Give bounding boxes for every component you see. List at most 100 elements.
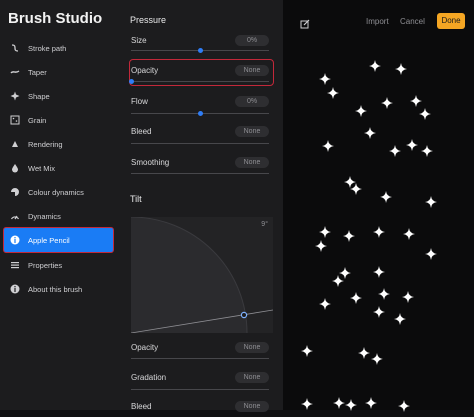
sidebar-item-label: Stroke path bbox=[28, 43, 67, 53]
sparkle-icon bbox=[327, 86, 339, 99]
brush-preview[interactable]: Import Cancel Done bbox=[283, 0, 474, 412]
import-button[interactable]: Import bbox=[366, 17, 389, 26]
settings-panel: Pressure Size 0% Opacity None Flow 0% Bl… bbox=[117, 0, 283, 412]
tilt-opacity-label: Opacity bbox=[131, 343, 159, 352]
tilt-opacity-value[interactable]: None bbox=[235, 342, 269, 353]
sidebar-item-label: Wet Mix bbox=[28, 163, 55, 173]
size-slider-knob[interactable] bbox=[197, 48, 203, 53]
sidebar-item-dynamics[interactable]: Dynamics bbox=[4, 205, 113, 227]
smoothing-slider-track[interactable] bbox=[131, 173, 269, 174]
sparkle-icon bbox=[373, 265, 385, 278]
sparkle-icon bbox=[315, 239, 327, 252]
sidebar-item-label: Grain bbox=[28, 115, 47, 125]
sidebar-item-label: Taper bbox=[28, 67, 47, 77]
sparkle-icon bbox=[319, 225, 331, 238]
sidebar-item-rendering[interactable]: Rendering bbox=[4, 133, 113, 155]
tilt-section-title: Tilt bbox=[130, 194, 142, 204]
sidebar-item-stroke-path[interactable]: Stroke path bbox=[4, 37, 113, 59]
stroke-path-icon bbox=[10, 43, 20, 53]
gradation-slider-track[interactable] bbox=[131, 389, 269, 390]
sparkle-icon bbox=[319, 72, 331, 85]
smoothing-value[interactable]: None bbox=[235, 157, 269, 168]
sparkle-icon bbox=[350, 291, 362, 304]
sparkle-icon bbox=[319, 297, 331, 310]
sparkle-icon bbox=[322, 139, 334, 152]
sparkle-icon bbox=[425, 247, 437, 260]
size-value[interactable]: 0% bbox=[235, 35, 269, 46]
sparkle-icon bbox=[406, 138, 418, 151]
sparkle-icon bbox=[425, 195, 437, 208]
about-icon bbox=[10, 284, 20, 294]
app-title: Brush Studio bbox=[8, 10, 103, 27]
sparkle-icon bbox=[380, 190, 392, 203]
pressure-section-title: Pressure bbox=[130, 15, 167, 25]
properties-icon bbox=[10, 260, 20, 270]
tilt-graph[interactable]: 9° bbox=[131, 217, 273, 333]
opacity-slider-track[interactable] bbox=[131, 81, 269, 82]
sparkle-icon bbox=[421, 144, 433, 157]
sparkle-icon bbox=[402, 290, 414, 303]
sidebar-item-taper[interactable]: Taper bbox=[4, 61, 113, 83]
sparkle-icon bbox=[373, 305, 385, 318]
opacity-value[interactable]: None bbox=[235, 65, 269, 76]
sparkle-icon bbox=[389, 144, 401, 157]
tilt-angle-label: 9° bbox=[261, 221, 268, 228]
sparkle-icon bbox=[410, 94, 422, 107]
sidebar-item-grain[interactable]: Grain bbox=[4, 109, 113, 131]
flow-label: Flow bbox=[131, 97, 148, 106]
sidebar-item-label: Properties bbox=[28, 260, 63, 270]
sparkle-icon bbox=[355, 104, 367, 117]
tilt-opacity-slider-track[interactable] bbox=[131, 358, 269, 359]
sparkle-icon bbox=[369, 59, 381, 72]
bleed-slider-track[interactable] bbox=[131, 143, 269, 144]
opacity-label: Opacity bbox=[131, 66, 159, 75]
sparkle-icon bbox=[419, 107, 431, 120]
sidebar-item-properties[interactable]: Properties bbox=[4, 254, 113, 276]
sparkle-icon bbox=[343, 229, 355, 242]
apple-pencil-icon bbox=[10, 235, 20, 245]
flow-slider-knob[interactable] bbox=[197, 111, 203, 116]
sparkle-icon bbox=[395, 62, 407, 75]
sparkle-icon bbox=[373, 225, 385, 238]
sparkle-icon bbox=[394, 312, 406, 325]
sidebar-item-label: Colour dynamics bbox=[28, 187, 84, 197]
sparkle-icon bbox=[398, 399, 410, 412]
rendering-icon bbox=[10, 139, 20, 149]
sidebar-item-label: Rendering bbox=[28, 139, 63, 149]
sparkle-icon bbox=[378, 287, 390, 300]
opacity-slider-knob[interactable] bbox=[128, 79, 134, 84]
wet-mix-icon bbox=[10, 163, 20, 173]
sparkle-icon bbox=[403, 227, 415, 240]
sparkle-icon bbox=[301, 344, 313, 357]
sidebar-item-apple-pencil[interactable]: Apple Pencil bbox=[3, 227, 114, 253]
sidebar-item-label: Dynamics bbox=[28, 211, 61, 221]
sidebar-item-label: Shape bbox=[28, 91, 50, 101]
tilt-bleed-value[interactable]: None bbox=[235, 401, 269, 412]
done-button[interactable]: Done bbox=[437, 13, 465, 29]
sidebar-item-wet-mix[interactable]: Wet Mix bbox=[4, 157, 113, 179]
sparkle-icon bbox=[301, 397, 313, 410]
sidebar-item-label: Apple Pencil bbox=[28, 235, 70, 245]
bleed-value[interactable]: None bbox=[235, 126, 269, 137]
cancel-button[interactable]: Cancel bbox=[400, 17, 425, 26]
sidebar-item-label: About this brush bbox=[28, 284, 83, 294]
bleed-label: Bleed bbox=[131, 127, 152, 136]
sparkle-icon bbox=[358, 346, 370, 359]
sparkle-icon bbox=[339, 266, 351, 279]
sidebar-item-colour-dynamics[interactable]: Colour dynamics bbox=[4, 181, 113, 203]
sidebar-item-about[interactable]: About this brush bbox=[4, 278, 113, 300]
sidebar-item-shape[interactable]: Shape bbox=[4, 85, 113, 107]
colour-dynamics-icon bbox=[10, 187, 20, 197]
grain-icon bbox=[10, 115, 20, 125]
sidebar: Brush Studio Stroke path Taper Shape Gra… bbox=[0, 0, 117, 410]
sparkle-icon bbox=[345, 398, 357, 411]
edit-icon[interactable] bbox=[300, 16, 310, 29]
sparkle-icon bbox=[365, 396, 377, 409]
smoothing-label: Smoothing bbox=[131, 158, 170, 167]
sparkle-icon bbox=[371, 352, 383, 365]
size-label: Size bbox=[131, 36, 147, 45]
flow-value[interactable]: 0% bbox=[235, 96, 269, 107]
sparkle-icon bbox=[364, 126, 376, 139]
gradation-value[interactable]: None bbox=[235, 372, 269, 383]
taper-icon bbox=[10, 67, 20, 77]
